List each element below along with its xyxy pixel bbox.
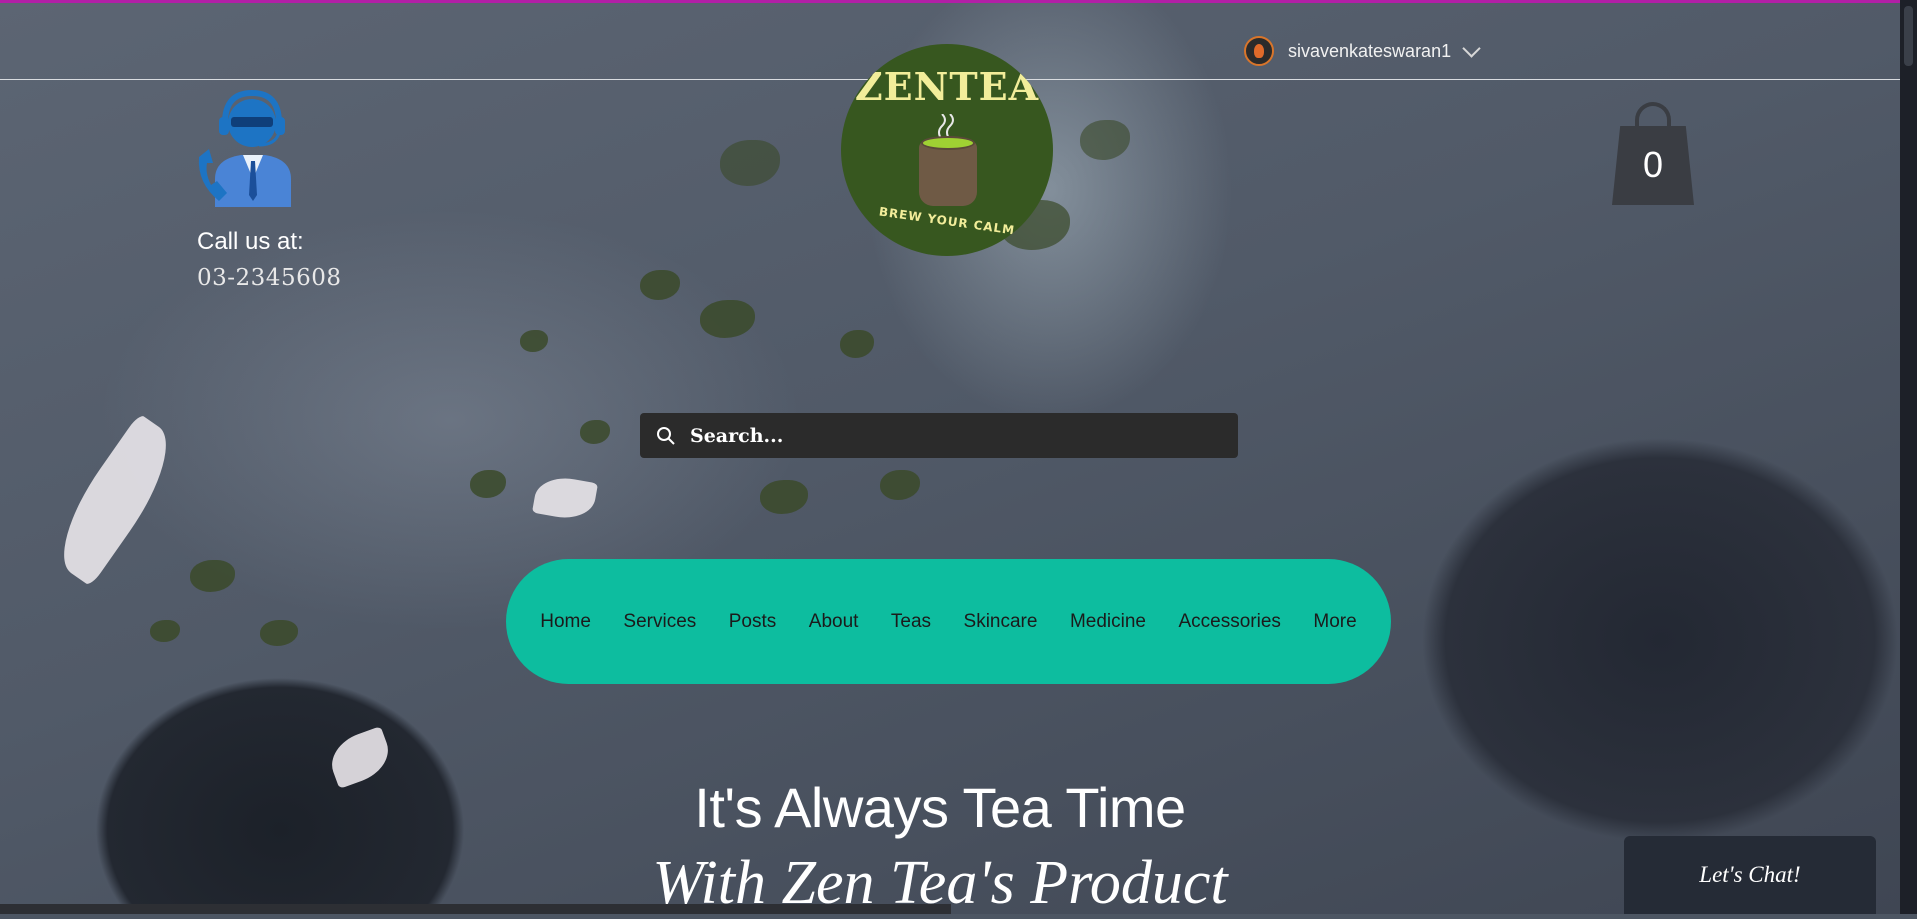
nav-item-home[interactable]: Home [540,611,591,633]
user-menu[interactable]: sivavenkateswaran1 [1244,36,1481,66]
phone-number[interactable]: 03-2345608 [197,265,341,291]
nav-item-accessories[interactable]: Accessories [1178,611,1280,633]
search-input[interactable] [688,423,1212,448]
scrollbar-thumb[interactable] [1904,6,1913,66]
username: sivavenkateswaran1 [1288,40,1452,61]
avatar-icon [1244,36,1274,66]
tea-cup-icon [919,136,977,206]
cart-count: 0 [1642,144,1664,185]
hero-heading: It's Always Tea Time [694,776,1186,839]
site-logo[interactable]: ZENTEA BREW YOUR CALM [841,44,1053,256]
customer-support-icon [198,89,291,207]
chevron-down-icon[interactable] [1462,38,1481,58]
main-navigation: Home Services Posts About Teas Skincare … [506,559,1391,684]
logo-title: ZENTEA [854,64,1040,109]
nav-item-posts[interactable]: Posts [729,611,777,633]
top-accent-line [0,0,1900,3]
cart-button[interactable]: 0 [1612,102,1694,205]
nav-item-medicine[interactable]: Medicine [1070,611,1146,633]
nav-item-skincare[interactable]: Skincare [964,611,1038,633]
chat-button[interactable]: Let's Chat! [1624,836,1876,914]
nav-item-teas[interactable]: Teas [891,611,931,633]
search-icon [657,426,675,445]
scrollbar[interactable] [1900,0,1917,914]
nav-item-about[interactable]: About [809,611,859,633]
nav-item-more[interactable]: More [1313,611,1356,633]
search-bar[interactable] [640,413,1238,458]
call-us-label: Call us at: [197,228,304,255]
nav-item-services[interactable]: Services [623,611,696,633]
browser-status-bar [0,904,951,914]
